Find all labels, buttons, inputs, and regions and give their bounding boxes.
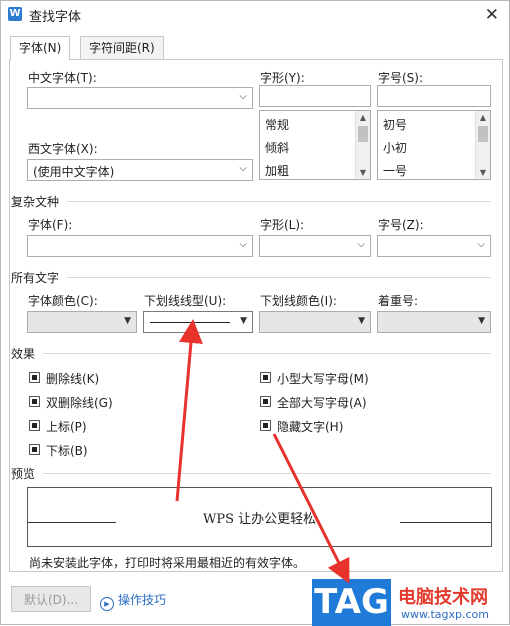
annotation-arrows — [175, 319, 350, 584]
tab-font[interactable]: 字体(N) — [10, 36, 71, 60]
arrow-to-underline-type — [175, 319, 203, 502]
arrow-to-hidden-text — [272, 433, 350, 584]
find-font-dialog: W 查找字体 ✕ 字体(N) 字符间距(R) 中文字体(T): 字形(Y): 字… — [0, 0, 510, 626]
